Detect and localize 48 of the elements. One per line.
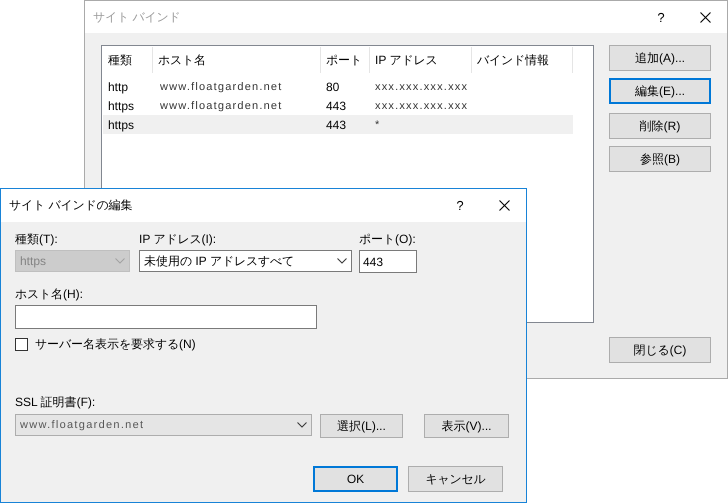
type-label: 種類(T): bbox=[15, 232, 59, 246]
close-icon[interactable] bbox=[498, 200, 510, 211]
close-icon[interactable] bbox=[700, 12, 710, 22]
table-cell: http bbox=[108, 80, 128, 94]
ip-dropdown[interactable]: 未使用の IP アドレスすべて bbox=[139, 250, 352, 272]
table-cell: www.floatgarden.net bbox=[160, 100, 282, 112]
caret-icon bbox=[337, 258, 347, 264]
close-button[interactable]: 閉じる(C) bbox=[609, 337, 711, 363]
table-cell: 80 bbox=[326, 80, 340, 94]
ssl-label: SSL 証明書(F): bbox=[15, 395, 96, 409]
host-field[interactable] bbox=[15, 305, 317, 329]
checkbox[interactable] bbox=[15, 338, 28, 351]
side-button[interactable]: 追加(A)... bbox=[609, 45, 711, 71]
table-cell: https bbox=[108, 98, 134, 112]
checkbox-label[interactable]: サーバー名表示を要求する(N) bbox=[35, 336, 196, 353]
port-label: ポート(O): bbox=[359, 232, 417, 246]
column-header[interactable]: バインド情報 bbox=[472, 47, 573, 73]
side-button[interactable]: 参照(B) bbox=[609, 146, 711, 172]
table-cell: https bbox=[108, 118, 134, 132]
table-cell: xxx.xxx.xxx.xxx bbox=[375, 80, 468, 92]
caret-icon bbox=[115, 258, 125, 264]
host-label: ホスト名(H): bbox=[15, 287, 84, 301]
binding-row[interactable]: http www.floatgarden.net 80 xxx.xxx.xxx.xxx bbox=[103, 77, 573, 96]
certificate-dropdown[interactable]: www.floatgarden.net bbox=[15, 414, 312, 436]
column-header[interactable]: 種類 bbox=[103, 47, 153, 73]
binding-row[interactable]: https 443 * bbox=[103, 115, 573, 134]
dialog-title: サイト バインドの編集 bbox=[8, 197, 134, 214]
side-button[interactable]: 削除(R) bbox=[609, 113, 711, 139]
column-header[interactable]: IP アドレス bbox=[370, 47, 472, 73]
table-cell: 443 bbox=[326, 98, 346, 112]
cancel-button[interactable]: キャンセル bbox=[408, 466, 503, 492]
select-button[interactable]: 選択(L)... bbox=[320, 414, 403, 438]
help-button[interactable]: ? bbox=[639, 10, 683, 24]
side-button[interactable]: 編集(E)... bbox=[609, 78, 711, 104]
table-cell: www.floatgarden.net bbox=[160, 80, 282, 92]
table-cell: * bbox=[375, 118, 380, 130]
port-field[interactable]: 443 bbox=[359, 250, 417, 273]
ok-button[interactable]: OK bbox=[313, 466, 398, 492]
table-cell: 443 bbox=[326, 118, 346, 132]
view-button[interactable]: 表示(V)... bbox=[424, 414, 509, 438]
window-title: サイト バインド bbox=[92, 8, 182, 26]
ip-label: IP アドレス(I): bbox=[139, 232, 218, 246]
table-cell: xxx.xxx.xxx.xxx bbox=[375, 100, 468, 112]
binding-row[interactable]: https www.floatgarden.net 443 xxx.xxx.xxx.xxx bbox=[103, 96, 573, 115]
column-header[interactable]: ホスト名 bbox=[153, 47, 321, 73]
column-header[interactable]: ポート bbox=[321, 47, 370, 73]
help-button[interactable]: ? bbox=[438, 198, 482, 213]
caret-icon bbox=[297, 422, 307, 428]
